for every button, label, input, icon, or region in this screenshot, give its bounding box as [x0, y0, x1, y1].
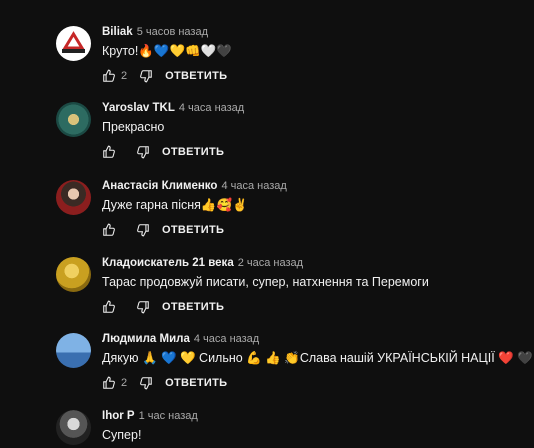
like-icon[interactable]: [102, 145, 116, 159]
comment-text: Дуже гарна пісня👍🥰✌: [102, 198, 248, 212]
avatar[interactable]: [56, 102, 91, 137]
comment-time[interactable]: 2 часа назад: [238, 257, 303, 269]
biliak-logo-icon: [62, 31, 85, 53]
comment-header: Анастасія Клименко 4 часа назад: [102, 180, 287, 192]
comment-time[interactable]: 4 часа назад: [179, 102, 244, 114]
dislike-icon[interactable]: [139, 376, 153, 390]
comment-actions: ОТВЕТИТЬ: [102, 222, 224, 238]
avatar[interactable]: [56, 26, 91, 61]
avatar[interactable]: [56, 257, 91, 292]
like-count: 2: [121, 377, 128, 389]
comment-header: Yaroslav TKL 4 часа назад: [102, 102, 244, 114]
comment-time[interactable]: 1 час назад: [139, 410, 198, 422]
comment-actions: 2 ОТВЕТИТЬ: [102, 68, 227, 84]
comment-text: Дякую 🙏 💙 💛 Сильно 💪 👍 👏Слава нашій УКРА…: [102, 351, 533, 365]
author-name[interactable]: Ihor P: [102, 410, 135, 422]
comment-header: Кладоискатель 21 века 2 часа назад: [102, 257, 303, 269]
reply-button[interactable]: ОТВЕТИТЬ: [162, 301, 224, 313]
reply-button[interactable]: ОТВЕТИТЬ: [162, 146, 224, 158]
dislike-icon[interactable]: [136, 145, 150, 159]
comment-text: Тарас продовжуй писати, супер, натхнення…: [102, 275, 429, 289]
reply-button[interactable]: ОТВЕТИТЬ: [165, 377, 227, 389]
author-name[interactable]: Biliak: [102, 26, 133, 38]
like-icon[interactable]: [102, 69, 116, 83]
avatar[interactable]: [56, 180, 91, 215]
comment-text: Супер!: [102, 428, 142, 442]
comment-text: Круто!🔥💙💛👊🤍🖤: [102, 44, 232, 58]
comment-text: Прекрасно: [102, 120, 165, 134]
dislike-icon[interactable]: [136, 223, 150, 237]
like-count: 2: [121, 70, 128, 82]
like-icon[interactable]: [102, 223, 116, 237]
like-icon[interactable]: [102, 376, 116, 390]
comment-actions: ОТВЕТИТЬ: [102, 144, 224, 160]
avatar[interactable]: [56, 333, 91, 368]
author-name[interactable]: Людмила Мила: [102, 333, 190, 345]
author-name[interactable]: Yaroslav TKL: [102, 102, 175, 114]
comment-header: Людмила Мила 4 часа назад: [102, 333, 259, 345]
comment-time[interactable]: 5 часов назад: [137, 26, 208, 38]
author-name[interactable]: Кладоискатель 21 века: [102, 257, 234, 269]
reply-button[interactable]: ОТВЕТИТЬ: [165, 70, 227, 82]
comment-header: Ihor P 1 час назад: [102, 410, 198, 422]
comment-actions: ОТВЕТИТЬ: [102, 299, 224, 315]
reply-button[interactable]: ОТВЕТИТЬ: [162, 224, 224, 236]
comment-actions: 2 ОТВЕТИТЬ: [102, 375, 227, 391]
comment-header: Biliak 5 часов назад: [102, 26, 208, 38]
comment-time[interactable]: 4 часа назад: [221, 180, 286, 192]
avatar[interactable]: [56, 410, 91, 445]
dislike-icon[interactable]: [136, 300, 150, 314]
dislike-icon[interactable]: [139, 69, 153, 83]
like-icon[interactable]: [102, 300, 116, 314]
author-name[interactable]: Анастасія Клименко: [102, 180, 217, 192]
comment-time[interactable]: 4 часа назад: [194, 333, 259, 345]
